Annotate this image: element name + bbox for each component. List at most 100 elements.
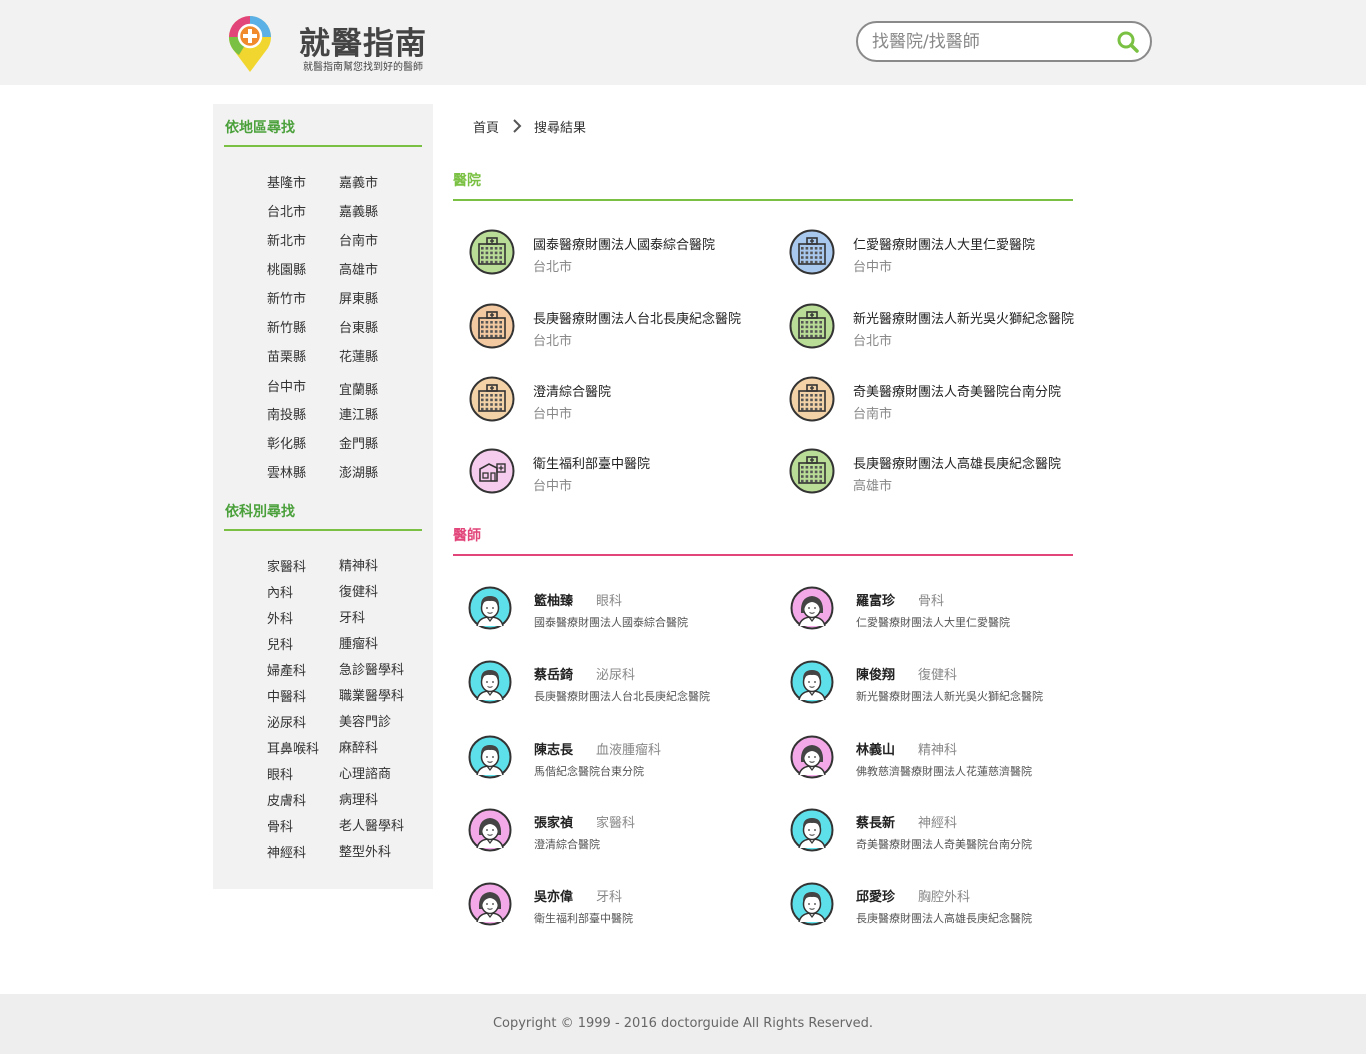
region-link[interactable]: 花蓮縣 xyxy=(339,346,378,365)
doctor-card[interactable]: 林義山 精神科 佛教慈濟醫療財團法人花蓮慈濟醫院 xyxy=(790,735,1090,785)
doctor-name[interactable]: 籃柚臻 xyxy=(534,590,573,609)
region-link[interactable]: 新竹縣 xyxy=(267,317,306,336)
doctor-card[interactable]: 蔡長新 神經科 奇美醫療財團法人奇美醫院台南分院 xyxy=(790,808,1090,858)
hospital-card[interactable]: 新光醫療財團法人新光吳火獅紀念醫院 台北市 xyxy=(789,303,1089,353)
dept-link[interactable]: 整型外科 xyxy=(339,841,391,860)
dept-link[interactable]: 神經科 xyxy=(267,842,306,861)
doctor-name[interactable]: 蔡岳錡 xyxy=(534,664,573,683)
site-title[interactable]: 就醫指南 xyxy=(299,18,427,63)
dept-link[interactable]: 職業醫學科 xyxy=(339,685,404,704)
region-link[interactable]: 新竹市 xyxy=(267,288,306,307)
dept-link[interactable]: 家醫科 xyxy=(267,556,306,575)
region-link[interactable]: 高雄市 xyxy=(339,259,378,278)
dept-link[interactable]: 眼科 xyxy=(267,764,293,783)
male-doctor-icon xyxy=(468,660,512,704)
doctor-card[interactable]: 籃柚臻 眼科 國泰醫療財團法人國泰綜合醫院 xyxy=(468,586,768,636)
clinic-house-icon xyxy=(469,448,515,494)
doctor-specialty: 泌尿科 xyxy=(596,668,636,683)
dept-link[interactable]: 麻醉科 xyxy=(339,737,378,756)
doctor-card[interactable]: 張家禎 家醫科 澄清綜合醫院 xyxy=(468,808,768,858)
doctor-name[interactable]: 林義山 xyxy=(856,739,895,758)
doctor-hospital: 長庚醫療財團法人高雄長庚紀念醫院 xyxy=(856,912,1032,925)
search-input[interactable] xyxy=(872,29,1108,55)
hospital-card[interactable]: 奇美醫療財團法人奇美醫院台南分院 台南市 xyxy=(789,376,1089,426)
dept-link[interactable]: 外科 xyxy=(267,608,293,627)
dept-link[interactable]: 泌尿科 xyxy=(267,712,306,731)
region-link[interactable]: 台南市 xyxy=(339,230,378,249)
region-link[interactable]: 台北市 xyxy=(267,201,306,220)
hospital-city: 台北市 xyxy=(533,260,573,275)
dept-link[interactable]: 急診醫學科 xyxy=(339,659,404,678)
male-doctor-icon xyxy=(790,808,834,852)
site-header: 就醫指南 就醫指南幫您找到好的醫師 xyxy=(0,0,1366,85)
hospital-name[interactable]: 奇美醫療財團法人奇美醫院台南分院 xyxy=(853,381,1061,400)
hospital-name[interactable]: 澄清綜合醫院 xyxy=(533,381,611,400)
dept-link[interactable]: 腫瘤科 xyxy=(339,633,378,652)
doctor-name[interactable]: 羅富珍 xyxy=(856,590,895,609)
doctor-name[interactable]: 陳俊翔 xyxy=(856,664,895,683)
hospitals-divider xyxy=(453,199,1073,201)
doctor-card[interactable]: 羅富珍 骨科 仁愛醫療財團法人大里仁愛醫院 xyxy=(790,586,1090,636)
doctor-name[interactable]: 吳亦偉 xyxy=(534,886,573,905)
hospital-name[interactable]: 長庚醫療財團法人台北長庚紀念醫院 xyxy=(533,308,741,327)
dept-link[interactable]: 心理諮商 xyxy=(339,763,391,782)
doctor-specialty: 牙科 xyxy=(596,890,623,905)
hospital-card[interactable]: 仁愛醫療財團法人大里仁愛醫院 台中市 xyxy=(789,229,1089,279)
dept-link[interactable]: 病理科 xyxy=(339,789,378,808)
hospital-name[interactable]: 國泰醫療財團法人國泰綜合醫院 xyxy=(533,234,715,253)
region-link[interactable]: 連江縣 xyxy=(339,404,378,423)
region-link[interactable]: 台中市 xyxy=(267,376,306,395)
hospital-name[interactable]: 仁愛醫療財團法人大里仁愛醫院 xyxy=(853,234,1035,253)
hospital-name[interactable]: 長庚醫療財團法人高雄長庚紀念醫院 xyxy=(853,453,1061,472)
dept-link[interactable]: 婦產科 xyxy=(267,660,306,679)
region-link[interactable]: 苗栗縣 xyxy=(267,346,306,365)
region-link[interactable]: 屏東縣 xyxy=(339,288,378,307)
hospital-card[interactable]: 長庚醫療財團法人台北長庚紀念醫院 台北市 xyxy=(469,303,769,353)
region-link[interactable]: 雲林縣 xyxy=(267,462,306,481)
region-link[interactable]: 南投縣 xyxy=(267,404,306,423)
region-link[interactable]: 金門縣 xyxy=(339,433,378,452)
doctor-card[interactable]: 陳志長 血液腫瘤科 馬偕紀念醫院台東分院 xyxy=(468,735,768,785)
hospital-card[interactable]: 澄清綜合醫院 台中市 xyxy=(469,376,769,426)
doctor-name[interactable]: 張家禎 xyxy=(534,812,573,831)
region-link[interactable]: 基隆市 xyxy=(267,172,306,191)
breadcrumb-home[interactable]: 首頁 xyxy=(473,117,499,136)
region-link[interactable]: 台東縣 xyxy=(339,317,378,336)
hospital-name[interactable]: 新光醫療財團法人新光吳火獅紀念醫院 xyxy=(853,308,1074,327)
region-link[interactable]: 桃園縣 xyxy=(267,259,306,278)
hospital-card[interactable]: 衛生福利部臺中醫院 台中市 xyxy=(469,448,769,498)
region-link[interactable]: 宜蘭縣 xyxy=(339,379,378,398)
region-link[interactable]: 嘉義縣 xyxy=(339,201,378,220)
dept-link[interactable]: 骨科 xyxy=(267,816,293,835)
dept-link[interactable]: 皮膚科 xyxy=(267,790,306,809)
dept-link[interactable]: 美容門診 xyxy=(339,711,391,730)
hospital-name[interactable]: 衛生福利部臺中醫院 xyxy=(533,453,650,472)
breadcrumb-current: 搜尋結果 xyxy=(534,121,587,136)
doctor-hospital: 奇美醫療財團法人奇美醫院台南分院 xyxy=(856,838,1032,851)
doctor-card[interactable]: 吳亦偉 牙科 衛生福利部臺中醫院 xyxy=(468,882,768,932)
dept-link[interactable]: 牙科 xyxy=(339,607,365,626)
region-link[interactable]: 澎湖縣 xyxy=(339,462,378,481)
search-icon[interactable] xyxy=(1116,30,1140,54)
dept-link[interactable]: 精神科 xyxy=(339,555,378,574)
dept-link[interactable]: 老人醫學科 xyxy=(339,815,404,834)
doctor-name[interactable]: 蔡長新 xyxy=(856,812,895,831)
doctor-name[interactable]: 陳志長 xyxy=(534,739,573,758)
dept-link[interactable]: 復健科 xyxy=(339,581,378,600)
region-link[interactable]: 嘉義市 xyxy=(339,172,378,191)
hospital-card[interactable]: 長庚醫療財團法人高雄長庚紀念醫院 高雄市 xyxy=(789,448,1089,498)
doctor-specialty: 復健科 xyxy=(918,668,958,683)
dept-link[interactable]: 內科 xyxy=(267,582,293,601)
dept-link[interactable]: 兒科 xyxy=(267,634,293,653)
dept-link[interactable]: 耳鼻喉科 xyxy=(267,738,319,757)
region-link[interactable]: 新北市 xyxy=(267,230,306,249)
dept-link[interactable]: 中醫科 xyxy=(267,686,306,705)
region-link[interactable]: 彰化縣 xyxy=(267,433,306,452)
doctor-card[interactable]: 陳俊翔 復健科 新光醫療財團法人新光吳火獅紀念醫院 xyxy=(790,660,1090,710)
doctor-card[interactable]: 邱愛珍 胸腔外科 長庚醫療財團法人高雄長庚紀念醫院 xyxy=(790,882,1090,932)
doctor-card[interactable]: 蔡岳錡 泌尿科 長庚醫療財團法人台北長庚紀念醫院 xyxy=(468,660,768,710)
doctor-name[interactable]: 邱愛珍 xyxy=(856,886,895,905)
site-tagline: 就醫指南幫您找到好的醫師 xyxy=(303,62,423,73)
hospital-card[interactable]: 國泰醫療財團法人國泰綜合醫院台北市 xyxy=(469,229,769,279)
map-pin-logo-icon[interactable] xyxy=(227,14,273,74)
